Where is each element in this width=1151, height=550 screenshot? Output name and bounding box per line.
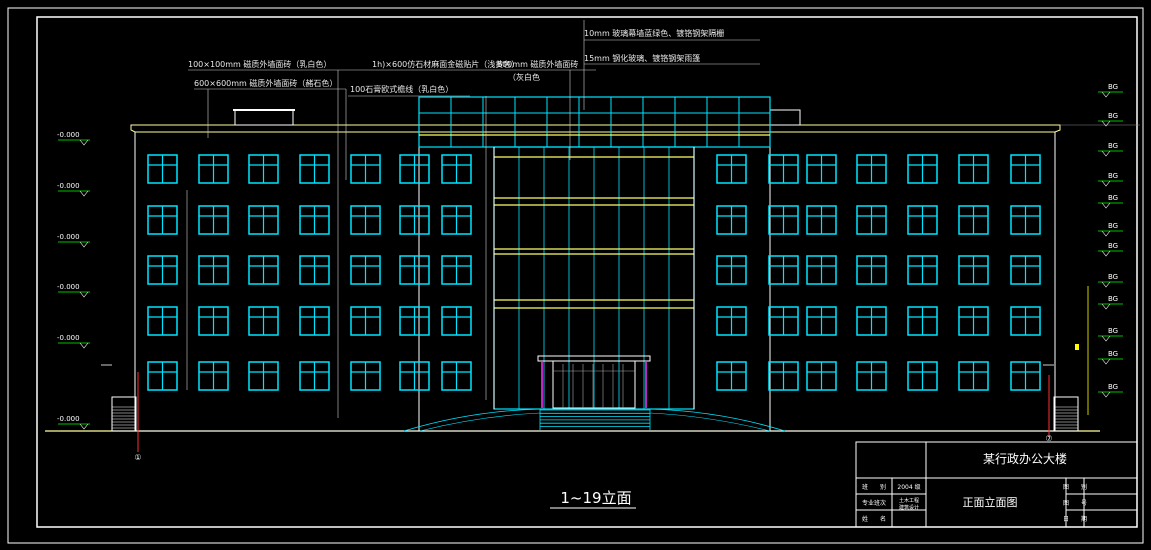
level-value-right: BG [1108, 83, 1118, 91]
tb-label-name: 姓 名 [862, 515, 886, 523]
tb-value-class: 2004 级 [897, 483, 920, 491]
level-value-right: BG [1108, 383, 1118, 391]
annotation-text: （灰白色 [508, 72, 540, 82]
level-value-right: BG [1108, 242, 1118, 250]
level-value-left: -0.000 [57, 182, 80, 190]
elevation-drawing: ①⑦ -0.000-0.000-0.000-0.000-0.000-0.000B… [0, 0, 1151, 550]
level-value-right: BG [1108, 112, 1118, 120]
level-value-right: BG [1108, 194, 1118, 202]
level-value-left: -0.000 [57, 283, 80, 291]
canvas-background [0, 0, 1151, 550]
tb-label-date: 日 期 [1063, 515, 1087, 523]
level-value-right: BG [1108, 142, 1118, 150]
right-marker [1075, 344, 1079, 350]
project-name: 某行政办公大楼 [983, 451, 1067, 466]
tb-value-major: 土木工程 [899, 497, 919, 504]
level-value-left: -0.000 [57, 415, 80, 423]
tb-label-type: 图 别 [1063, 483, 1087, 491]
annotation-text: 100石膏欧式檐线（乳白色） [350, 84, 453, 94]
tb-label-number: 图 号 [1063, 500, 1087, 507]
drawing-title: 1~19立面 [560, 489, 631, 507]
annotation-text: 100×100mm 磁质外墙面砖（乳白色） [188, 59, 331, 69]
tb-value-extra: 建筑设计 [899, 504, 919, 511]
annotation-text: 600×600mm 磁质外墙面砖（赭石色） [194, 78, 337, 88]
annotation-text: 600mm 磁质外墙面砖 [497, 59, 578, 69]
level-value-right: BG [1108, 350, 1118, 358]
axis-label-left: ① [134, 453, 141, 462]
level-value-right: BG [1108, 295, 1118, 303]
level-value-left: -0.000 [57, 334, 80, 342]
annotation-text: 15mm 钢化玻璃、镀铬钢架雨篷 [584, 53, 700, 63]
level-value-left: -0.000 [57, 233, 80, 241]
level-value-right: BG [1108, 327, 1118, 335]
level-value-right: BG [1108, 273, 1118, 281]
tb-label-class: 班 别 [862, 483, 886, 491]
annotation-text: 10mm 玻璃幕墙蓝绿色、镀铬钢架隔栅 [584, 28, 724, 38]
drawing-name: 正面立面图 [963, 495, 1018, 509]
tb-label-major: 专业班次 [862, 499, 886, 507]
level-value-right: BG [1108, 172, 1118, 180]
level-value-right: BG [1108, 222, 1118, 230]
level-value-left: -0.000 [57, 131, 80, 139]
